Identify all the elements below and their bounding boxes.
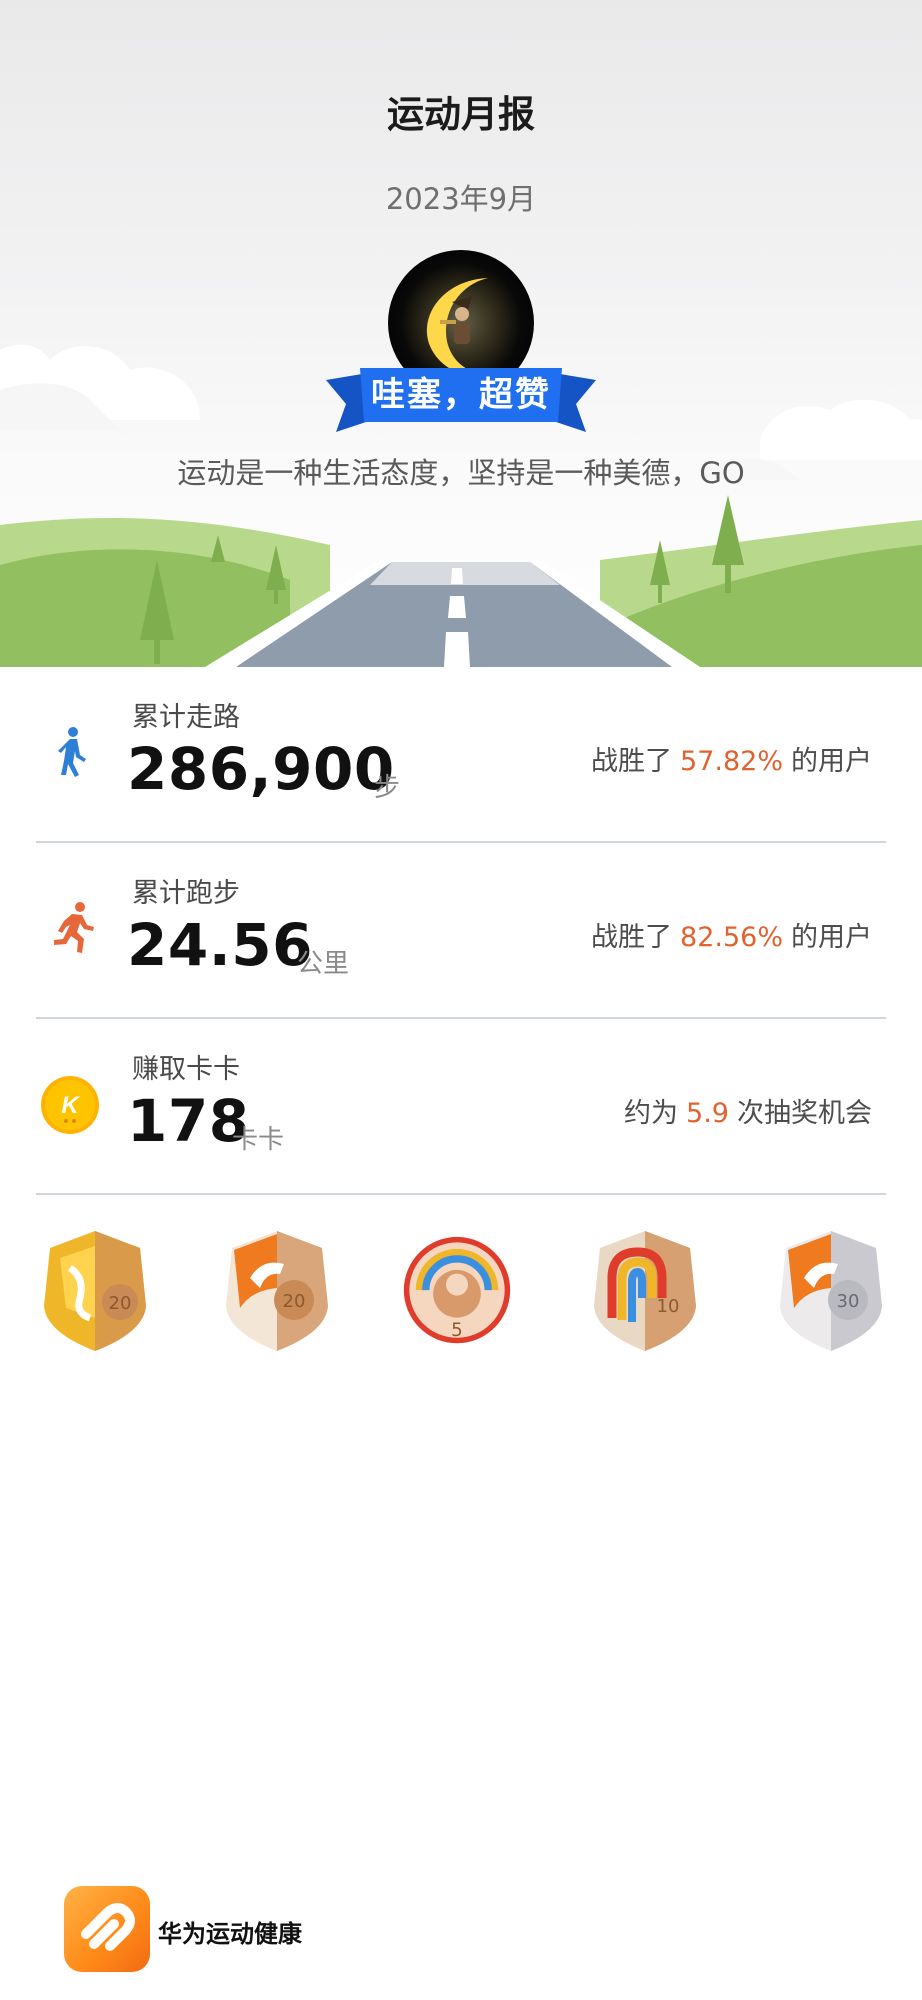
kaka-coin-icon: K bbox=[41, 1076, 99, 1134]
stat-value: 286,900 bbox=[127, 735, 395, 803]
huawei-health-logo-icon bbox=[64, 1886, 150, 1972]
svg-text:K: K bbox=[61, 1092, 80, 1119]
badge-number: 5 bbox=[451, 1320, 463, 1341]
running-30-badge-icon[interactable]: 30 bbox=[776, 1228, 886, 1354]
stat-walking: 累计走路 286,900 步 战胜了 57.82% 的用户 bbox=[36, 667, 886, 843]
page-title: 运动月报 bbox=[387, 93, 535, 136]
stat-lottery-prefix: 约为 bbox=[624, 1098, 679, 1129]
walking-20-badge-icon[interactable]: 20 bbox=[40, 1228, 150, 1354]
stat-label: 累计走路 bbox=[132, 702, 240, 733]
ring-5-badge-icon[interactable]: 5 bbox=[402, 1228, 512, 1354]
app-name: 华为运动健康 bbox=[158, 1920, 302, 1948]
stat-unit: 步 bbox=[374, 773, 401, 803]
stat-unit: 卡卡 bbox=[232, 1125, 285, 1155]
stat-rank-prefix: 战胜了 bbox=[591, 746, 673, 777]
stat-rank-value: 57.82% bbox=[680, 746, 783, 777]
slogan: 运动是一种生活态度，坚持是一种美德，GO bbox=[177, 456, 745, 490]
running-20-badge-icon[interactable]: 20 bbox=[222, 1228, 332, 1354]
hero-section: 运动月报 2023年9月 哇塞，超赞 运动是一种生活态度，坚持是一种美德，GO bbox=[0, 0, 922, 667]
stat-rank-suffix: 的用户 bbox=[791, 922, 872, 953]
stat-kaka: K 赚取卡卡 178 卡卡 约为 5.9 次抽奖机会 bbox=[36, 1019, 886, 1195]
stat-rank: 战胜了 57.82% 的用户 bbox=[591, 739, 872, 778]
stat-lottery-value: 5.9 bbox=[686, 1098, 729, 1129]
stat-rank-prefix: 战胜了 bbox=[591, 922, 673, 953]
walking-person-icon bbox=[58, 727, 86, 777]
badge-number: 20 bbox=[109, 1293, 132, 1314]
stat-lottery-suffix: 次抽奖机会 bbox=[737, 1098, 872, 1129]
report-month: 2023年9月 bbox=[385, 182, 537, 216]
stat-label: 累计跑步 bbox=[132, 878, 240, 909]
stat-rank: 战胜了 82.56% 的用户 bbox=[591, 915, 872, 954]
badge-number: 30 bbox=[837, 1291, 860, 1312]
rainbow-10-badge-icon[interactable]: 10 bbox=[590, 1228, 700, 1354]
badge-row: 20 20 5 10 30 bbox=[0, 1228, 922, 1358]
badge-number: 20 bbox=[283, 1291, 306, 1312]
stat-running: 累计跑步 24.56 公里 战胜了 82.56% 的用户 bbox=[36, 843, 886, 1019]
stat-rank-value: 82.56% bbox=[680, 922, 783, 953]
stat-lottery: 约为 5.9 次抽奖机会 bbox=[624, 1091, 872, 1130]
stat-value: 24.56 bbox=[127, 911, 313, 979]
heart-logo-icon bbox=[81, 1903, 135, 1951]
running-person-icon bbox=[54, 902, 94, 953]
stat-rank-suffix: 的用户 bbox=[791, 746, 872, 777]
stat-unit: 公里 bbox=[297, 949, 350, 979]
badge-number: 10 bbox=[657, 1296, 680, 1317]
stat-label: 赚取卡卡 bbox=[132, 1054, 240, 1085]
praise-text: 哇塞，超赞 bbox=[371, 375, 551, 415]
